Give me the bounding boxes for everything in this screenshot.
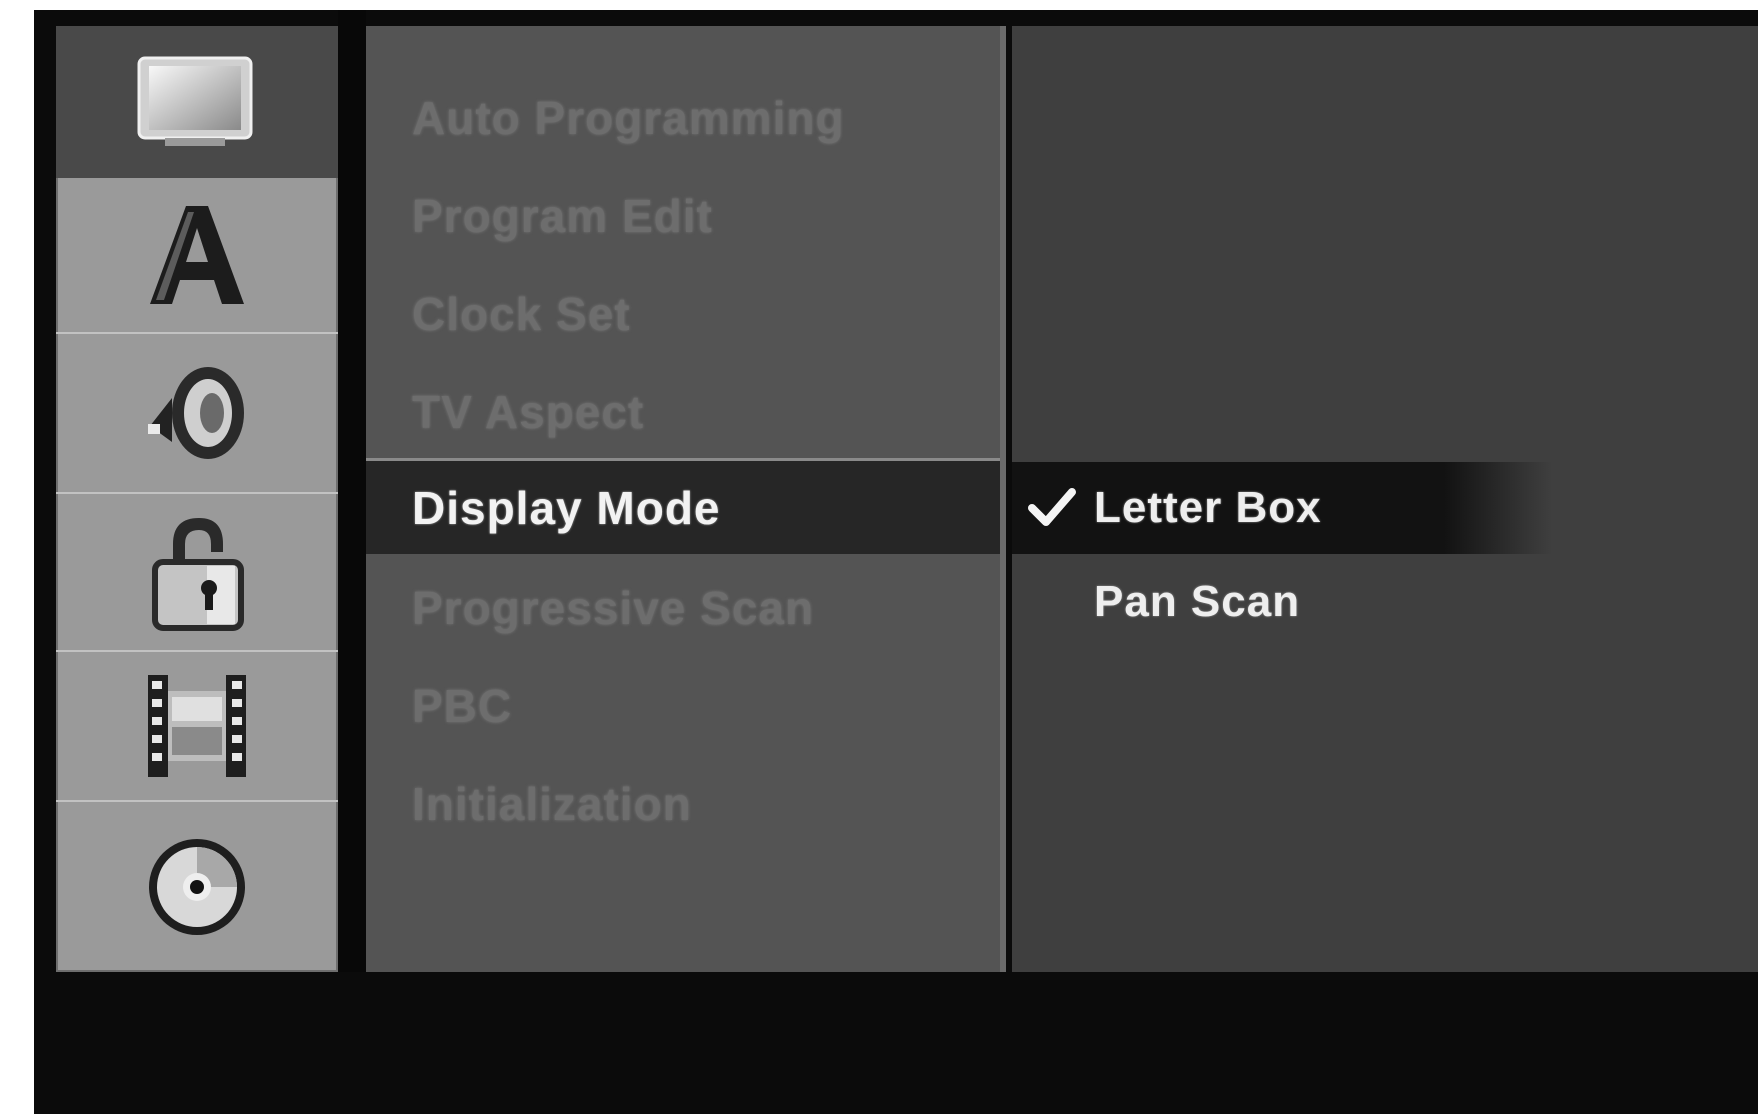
menu-item-label: PBC bbox=[412, 680, 513, 732]
menu-item-label: Auto Programming bbox=[412, 92, 845, 144]
menu-item-display-mode[interactable]: Display Mode bbox=[366, 458, 1000, 554]
sidebar-item-display[interactable] bbox=[56, 26, 338, 178]
menu-item-label: Clock Set bbox=[412, 288, 631, 340]
option-pan-scan[interactable]: Pan Scan bbox=[1012, 556, 1300, 648]
menu-divider bbox=[1000, 26, 1006, 972]
menu-item-clock-set[interactable]: Clock Set bbox=[366, 266, 1000, 362]
menu-item-label: TV Aspect bbox=[412, 386, 645, 438]
sidebar-item-audio[interactable] bbox=[56, 334, 338, 494]
menu-item-label: Initialization bbox=[412, 778, 692, 830]
settings-menu: Auto Programming Program Edit Clock Set … bbox=[366, 26, 1006, 972]
disc-icon bbox=[142, 832, 252, 942]
option-label: Pan Scan bbox=[1094, 577, 1301, 626]
menu-item-label: Display Mode bbox=[412, 481, 721, 534]
speaker-icon bbox=[142, 358, 252, 468]
language-icon bbox=[142, 200, 252, 310]
menu-item-progressive-scan[interactable]: Progressive Scan bbox=[366, 560, 1000, 656]
menu-item-program-edit[interactable]: Program Edit bbox=[366, 168, 1000, 264]
bottom-bar bbox=[34, 972, 1758, 996]
option-label: Letter Box bbox=[1094, 483, 1322, 532]
menu-item-initialization[interactable]: Initialization bbox=[366, 756, 1000, 852]
menu-item-tv-aspect[interactable]: TV Aspect bbox=[366, 364, 1000, 460]
menu-item-auto-programming[interactable]: Auto Programming bbox=[366, 70, 1000, 166]
sidebar-item-language[interactable] bbox=[56, 178, 338, 334]
sidebar-item-disc[interactable] bbox=[56, 802, 338, 972]
options-panel: Letter Box Pan Scan bbox=[1012, 26, 1758, 972]
menu-item-label: Program Edit bbox=[412, 190, 713, 242]
tv-icon bbox=[135, 52, 259, 152]
menu-item-pbc[interactable]: PBC bbox=[366, 658, 1000, 754]
film-icon bbox=[142, 671, 252, 781]
menu-item-label: Progressive Scan bbox=[412, 582, 815, 634]
setup-menu-screen: Auto Programming Program Edit Clock Set … bbox=[34, 10, 1758, 1114]
category-sidebar bbox=[56, 26, 338, 972]
sidebar-divider bbox=[338, 10, 366, 988]
sidebar-item-lock[interactable] bbox=[56, 494, 338, 652]
option-letter-box[interactable]: Letter Box bbox=[1012, 462, 1552, 554]
sidebar-item-film[interactable] bbox=[56, 652, 338, 802]
checkmark-icon bbox=[1012, 488, 1092, 528]
lock-icon bbox=[147, 512, 247, 632]
